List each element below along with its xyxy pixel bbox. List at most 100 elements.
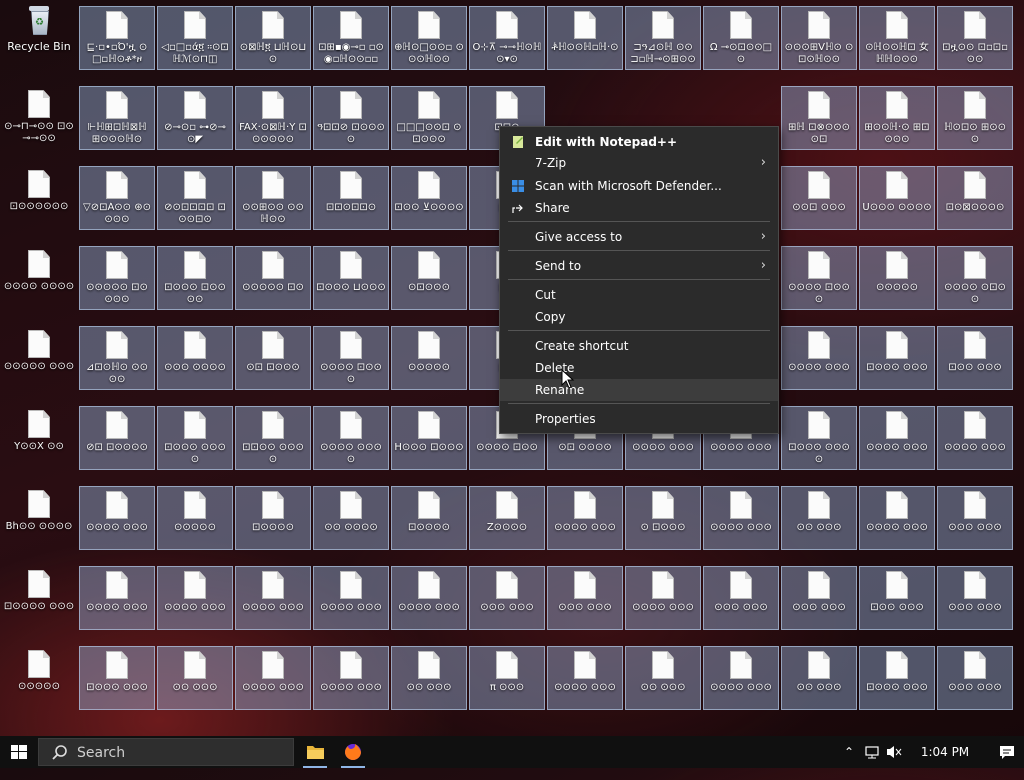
desktop-file[interactable]: ⊡⊙⊙⊙ ⊙⊙⊙ (79, 646, 155, 710)
desktop-file[interactable]: ⊡⊙⊙⊙⊙ (235, 486, 311, 550)
menu-item-share[interactable]: Share (500, 197, 778, 219)
desktop-file[interactable]: ⊙⊸⊓⊸⊙⊙ ⊡⊙⊸⊸⊙⊙ (1, 86, 77, 150)
desktop-file[interactable]: H⊙⊙⊙ ⊡⊙⊙⊙ (391, 406, 467, 470)
desktop-file[interactable]: ⊙⊙⊙⊞Vℍ⊙ ⊙⊡⊙ℍ⊙⊙ (781, 6, 857, 70)
menu-item-rename[interactable]: Rename (500, 379, 778, 401)
desktop-file[interactable]: ⊙⊙⊙⊙⊙ ⊡⊙ (235, 246, 311, 310)
desktop-file[interactable]: ⊙⊙⊙⊙ ⊙⊙⊙⊙ (1, 246, 77, 310)
desktop-file[interactable]: FAX·⊙⊠ℍ·Y ⊡⊙⊙⊙⊙⊙ (235, 86, 311, 150)
notifications-icon[interactable] (992, 736, 1022, 768)
desktop-file[interactable]: ⊙⊙⊙⊙ ⊙⊙⊙ (859, 486, 935, 550)
desktop-file[interactable]: ▽⊘⊡Á⊙⊙ ⊛⊙⊙⊙⊙ (79, 166, 155, 230)
desktop-file[interactable]: ⊡⊙⊙⊙ ⊡⊙⊙⊙⊙ (157, 246, 233, 310)
desktop-file[interactable]: Bh⊙⊙ ⊙⊙⊙⊙ (1, 486, 77, 550)
desktop-file[interactable]: ⊙⊙⊙⊙ ⊙⊙⊙ (937, 406, 1013, 470)
desktop-file[interactable]: ℍ⊙⊡⊙ ⊞⊙⊙⊙ (937, 86, 1013, 150)
desktop-file[interactable]: ⊙⊙⊙⊙ ⊙⊙⊙ (391, 566, 467, 630)
desktop-file[interactable]: Y⊙⊙X ⊙⊙ (1, 406, 77, 470)
desktop-file[interactable]: ⊙⊙⊙⊙ ⊙⊙⊙ (235, 566, 311, 630)
desktop-file[interactable]: ⊙⊙⊙⊙ ⊙⊙⊙ (703, 486, 779, 550)
desktop-file[interactable]: ⊙⊙⊙ ⊙⊙⊙ (937, 646, 1013, 710)
search-box[interactable]: Search (38, 738, 294, 766)
desktop-file[interactable]: ⊙⊙⊙⊙ ⊙⊙⊙ (157, 566, 233, 630)
desktop-file[interactable]: π ⊙⊙⊙ (469, 646, 545, 710)
desktop-file[interactable]: ⊙⊙⊙⊙ ⊙⊙⊙ (625, 566, 701, 630)
desktop-file[interactable]: ⊙ ⊡⊙⊙⊙ (625, 486, 701, 550)
desktop-file[interactable]: ⊡⊙⊙ ⊙⊙⊙ (937, 326, 1013, 390)
desktop-file[interactable]: ⊙⊙⊙⊙ ⊙⊙⊙ (703, 646, 779, 710)
desktop-file[interactable]: ⊙⊙ ⊙⊙⊙ (157, 646, 233, 710)
desktop-file[interactable]: ⊙⊙⊡ ⊙⊙⊙ (781, 166, 857, 230)
desktop-file[interactable]: ⊙⊙⊙ ⊙⊙⊙ (547, 566, 623, 630)
desktop-file[interactable]: ⊙⊙⊙⊙ ⊙⊙⊙ (313, 566, 389, 630)
desktop-file[interactable]: ⊿⊡⊙ℍ⊙ ⊙⊙⊙⊙ (79, 326, 155, 390)
desktop-file[interactable]: ⊙⊙⊙ ⊙⊙⊙ (781, 566, 857, 630)
desktop-file[interactable]: ⊙⊙⊙⊙⊙ (859, 246, 935, 310)
menu-item-edit-with-notepad[interactable]: Edit with Notepad++ (500, 131, 778, 153)
desktop-file[interactable]: ⊕ℍ⊙□⊙⊙▫ ⊙⊙⊙ℍ⊙⊙ (391, 6, 467, 70)
desktop-file[interactable]: ⊙⊙⊙ ⊙⊙⊙ (937, 566, 1013, 630)
desktop-file[interactable]: ⊡⊡⊙⊡⊡⊙ (313, 166, 389, 230)
desktop-file[interactable]: ⊙⊙⊙⊙ ⊙⊙⊙ (313, 646, 389, 710)
desktop-file[interactable]: ⊡⊙⊙⊙ ⊙⊙⊙⊙ (781, 406, 857, 470)
desktop-file[interactable]: ⊙⊙⊙ ⊙⊙⊙ (469, 566, 545, 630)
desktop-file[interactable]: ⊙⊙⊙⊙ ⊙⊙⊙ (79, 486, 155, 550)
desktop-file[interactable]: U⊙⊙⊙ ⊙⊙⊙⊙ (859, 166, 935, 230)
menu-item-delete[interactable]: Delete (500, 357, 778, 379)
menu-item-copy[interactable]: Copy (500, 306, 778, 328)
desktop-file[interactable]: ⊙⊙⊙⊙ ⊙⊙⊙ (859, 406, 935, 470)
desktop-file[interactable]: ⊩ℍ⊞⊡ℍ⊠ℍ ⊞⊙⊙⊙ℍ⊙ (79, 86, 155, 150)
desktop-file[interactable]: ዓ⊡⊡⊘ ⊡⊙⊙⊙⊙ (313, 86, 389, 150)
desktop-file[interactable]: ⊙⊙⊙⊙ ⊙⊙⊙ (235, 646, 311, 710)
desktop-file[interactable]: ⊡⊙⊙⊙ ⊙⊙⊙⊙ (157, 406, 233, 470)
desktop-file[interactable]: □□□⊙⊙⊡ ⊙⊡⊙⊙⊙ (391, 86, 467, 150)
desktop-file[interactable]: ⊙⊙⊙⊙ ⊡⊙⊙⊙ (781, 246, 857, 310)
desktop-file[interactable]: ⊘⊙⊡⊡⊡⊡ ⊡⊙⊙⊡⊙ (157, 166, 233, 230)
clock[interactable]: 1:04 PM (908, 736, 982, 768)
desktop-file[interactable]: ◁▫□▫ά፬ ፡፡⊙⊡ℍℳ⊙⊓◫ (157, 6, 233, 70)
firefox-button[interactable] (334, 736, 372, 768)
desktop-file[interactable]: ⊙⊙⊙ ⊙⊙⊙ (703, 566, 779, 630)
desktop-file[interactable]: ⊡⊙⊙⊙⊙ ⊙⊙⊙ (1, 566, 77, 630)
desktop-file[interactable]: ⊡⊞▪◉⊸▫ ▫⊙◉▫ℍ⊙⊙▫▫ (313, 6, 389, 70)
desktop-file[interactable]: ⊙⊙⊙ ⊙⊙⊙ (937, 486, 1013, 550)
desktop-file[interactable]: ⊙⊙ ⊙⊙⊙ (391, 646, 467, 710)
desktop-file[interactable]: ⊙⊙ ⊙⊙⊙⊙ (313, 486, 389, 550)
desktop-file[interactable]: ⊙⊙⊙⊙ ⊙⊙⊙ (547, 646, 623, 710)
desktop-file[interactable]: ⊙ℍ⊙⊙ℍ⊡ 女ℍℍ⊙⊙⊙ (859, 6, 935, 70)
desktop-file[interactable]: ⊙⊙ ⊙⊙⊙ (625, 646, 701, 710)
menu-item-send-to[interactable]: Send to › (500, 255, 778, 277)
menu-item-scan-with-microsoft-defender[interactable]: Scan with Microsoft Defender... (500, 175, 778, 197)
desktop-file[interactable]: ⊡⊙⊙⊙⊙⊙⊙ (1, 166, 77, 230)
desktop-file[interactable]: Z⊙⊙⊙⊙ (469, 486, 545, 550)
desktop-file[interactable]: ⊑·▫•▫Ό'ዟ ⊙□▫ℍ⊙ቶ*ዞ (79, 6, 155, 70)
desktop-file[interactable]: ⊡⊡⊙⊙ ⊙⊙⊙⊙ (235, 406, 311, 470)
volume-muted-icon[interactable] (884, 736, 904, 768)
recycle-bin[interactable]: ♻ Recycle Bin (2, 4, 76, 68)
desktop-file[interactable]: ⊘⊸⊙▫ ⊶⊘⊸⊙◤ (157, 86, 233, 150)
desktop-file[interactable]: ⊡⊙⊙ ⊻⊙⊙⊙⊙ (391, 166, 467, 230)
desktop-file[interactable]: ⊙⊙⊙⊙⊙ ⊙⊙⊙ (1, 326, 77, 390)
desktop-file[interactable]: Ô⊹⊼ ⊸⊸ℍ⊙ℍ⊙▾⊙ (469, 6, 545, 70)
desktop-file[interactable]: ⊙⊠ℍ፬ ⊔ℍ⊙⊔⊙ (235, 6, 311, 70)
menu-item-properties[interactable]: Properties (500, 408, 778, 430)
desktop-file[interactable]: ⊙⊙⊙⊙ ⊙⊙⊙ (547, 486, 623, 550)
desktop-file[interactable]: ⊙⊙⊙⊙ ⊙⊙⊙⊙ (313, 406, 389, 470)
desktop-file[interactable]: ⊙⊙ ⊙⊙⊙ (781, 486, 857, 550)
desktop-file[interactable]: ⊙⊙⊙⊙ ⊡⊙⊙⊙ (313, 326, 389, 390)
desktop-file[interactable]: ⊙⊙⊙⊙⊙ ⊡⊙⊙⊙⊙ (79, 246, 155, 310)
desktop-file[interactable]: ⊙⊙⊙⊙⊙ (1, 646, 77, 710)
desktop-file[interactable]: ⊡⊙⊙⊙ ⊙⊙⊙ (859, 646, 935, 710)
desktop-file[interactable]: ⊙⊙⊙⊙ ⊙⊡⊙⊙ (937, 246, 1013, 310)
desktop-file[interactable]: ⊙⊙⊙⊙ ⊙⊙⊙ (781, 326, 857, 390)
desktop-file[interactable]: ⊡⊙⊠⊙⊙⊙⊙ (937, 166, 1013, 230)
desktop-file[interactable]: ⊡⊙⊙⊙ ⊔⊙⊙⊙ (313, 246, 389, 310)
desktop-file[interactable]: ⊞⊙⊙ℍ·⊙ ⊞⊡⊙⊙⊙ (859, 86, 935, 150)
menu-item-cut[interactable]: Cut (500, 284, 778, 306)
desktop-file[interactable]: ⊙⊙⊙⊙⊙ (157, 486, 233, 550)
desktop-file[interactable]: ⊙⊙⊙ ⊙⊙⊙⊙ (157, 326, 233, 390)
chevron-up-icon[interactable]: ⌃ (838, 736, 860, 768)
desktop-file[interactable]: ⊡ዟ⊙⊙ ⊡▫⊡▫⊙⊙ (937, 6, 1013, 70)
start-button[interactable] (0, 736, 38, 768)
desktop-file[interactable]: ⊙⊙⊙⊙ ⊙⊙⊙ (79, 566, 155, 630)
